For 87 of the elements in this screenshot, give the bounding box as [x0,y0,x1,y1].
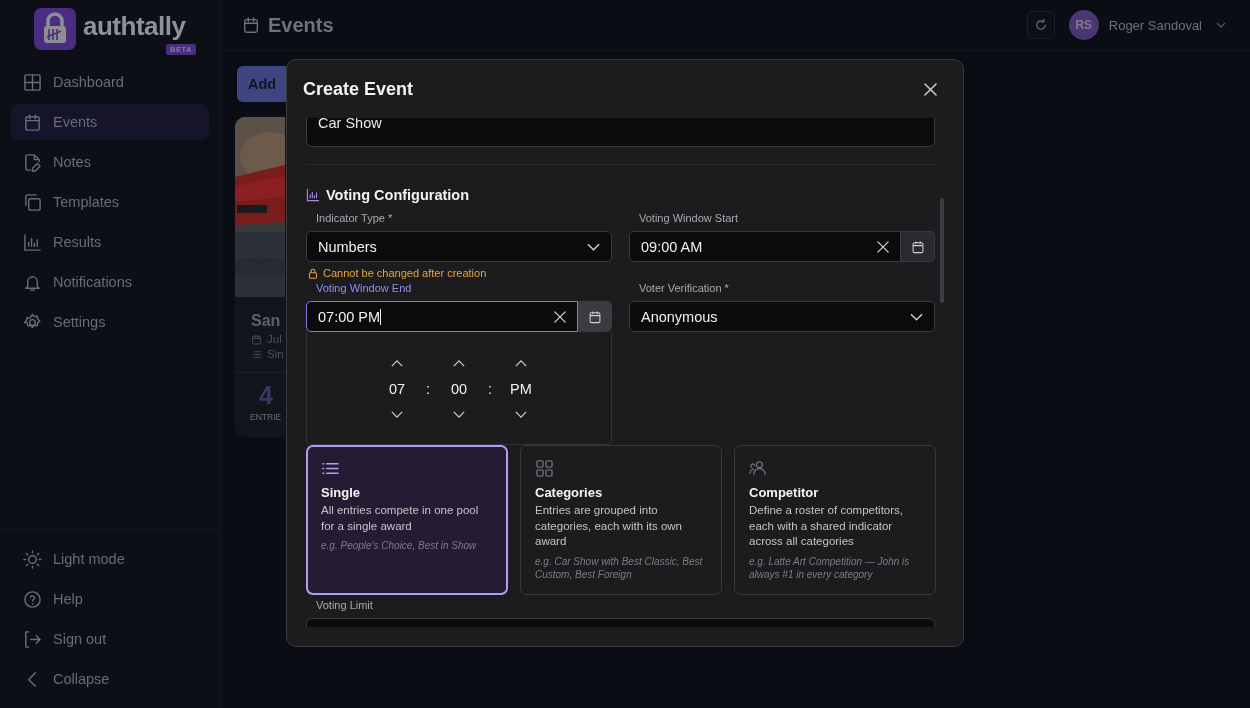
note-icon [23,152,42,172]
time-separator: : [426,380,430,397]
sign-out-icon [23,629,42,649]
event-title: San [251,312,282,330]
event-date: Jul [267,333,282,345]
chevron-down-icon [587,242,600,251]
minute-value[interactable]: 00 [450,380,468,397]
sidebar-item[interactable]: Collapse [11,661,209,697]
chevron-down-icon[interactable] [453,410,465,418]
hour-value[interactable]: 07 [389,380,406,397]
sidebar-item[interactable]: Sign out [11,621,209,657]
help-icon [23,589,42,609]
chevron-up-icon[interactable] [391,359,404,367]
time-input[interactable]: 07:00 PM [306,301,578,332]
option-example: e.g. Car Show with Best Classic, Best Custom, Best Foreign [535,554,704,581]
event-card[interactable]: San Jul Sin 4 ENTRIE [235,117,286,437]
close-button[interactable] [924,82,937,96]
caret-icon[interactable] [1216,22,1226,28]
lock-icon [308,267,318,279]
option-description: Entries are grouped into categories, each with its own award [535,503,684,549]
user-name[interactable]: Roger Sandoval [1108,17,1202,33]
voter-verification-select[interactable]: Anonymous [629,301,935,332]
calendar-button[interactable] [901,231,935,262]
add-event-button[interactable]: Add [237,66,286,102]
sidebar-item[interactable]: Templates [11,184,209,220]
refresh-icon [1033,18,1048,32]
voting-type-option[interactable]: Categories Entries are grouped into categories, each with its own award e.g. Car Show with Best Classic, Best Custom, Best Foreign [520,445,722,595]
sidebar-item[interactable]: Notes [11,144,209,180]
people-icon [749,459,768,478]
chevron-up-icon[interactable] [453,359,465,367]
sun-icon [23,549,42,569]
copy-icon [23,192,42,212]
page-title: Events [268,13,334,37]
clear-icon[interactable] [877,240,889,253]
list-icon [251,348,262,360]
entry-count: 4 [259,383,274,408]
sidebar-item[interactable]: Results [11,224,209,260]
calendar-icon [242,16,260,34]
option-title: Competitor [749,485,820,500]
option-example: e.g. Latte Art Competition — John is always #1 in every category [749,554,911,581]
dialog-title: Create Event [303,78,414,100]
refresh-button[interactable] [1026,11,1055,39]
option-description: All entries compete in one pool for a single award [321,503,480,534]
calendar-button[interactable] [578,301,612,332]
field-label: Indicator Type * [315,211,394,225]
clear-icon[interactable] [554,310,566,323]
sidebar-item[interactable]: Help [11,581,209,617]
chevron-down-icon[interactable] [391,410,404,418]
grid-icon [535,459,554,478]
sidebar-item[interactable]: Notifications [11,264,209,300]
sidebar-item[interactable]: Events [11,104,209,140]
lock-logo-icon [34,8,76,50]
chevron-down-icon[interactable] [514,410,527,418]
option-title: Categories [535,485,604,500]
option-description: Define a roster of competitors, each with a shared indicator across all categories [749,503,905,549]
calendar-icon [251,333,262,345]
scrollbar[interactable] [940,198,944,303]
sidebar-item[interactable]: Light mode [11,541,209,577]
field-label: Voting Window Start [638,211,740,225]
calendar-icon [23,112,42,132]
calendar-icon [910,239,925,254]
voting-type-option[interactable]: Single All entries compete in one pool for a single award e.g. People's Choice, Best in Show [306,445,508,595]
calendar-icon [587,309,602,324]
chart-icon [23,232,42,252]
grid-icon [23,72,42,92]
app-name: authtally [83,11,186,42]
chevron-up-icon[interactable] [514,359,527,367]
sidebar-item[interactable]: Dashboard [11,64,209,100]
indicator-type-select[interactable]: Numbers [306,231,612,262]
field-label: Voting Window End [315,281,413,295]
user-avatar[interactable]: RS [1068,10,1099,40]
warning-note: Cannot be changed after creation [323,267,487,279]
event-type: Sin [267,348,284,360]
time-separator: : [488,380,492,397]
option-title: Single [321,485,361,500]
option-example: e.g. People's Choice, Best in Show [321,539,478,552]
time-input[interactable]: 09:00 AM [629,231,901,262]
entry-count-label: ENTRIE [250,412,283,422]
sidebar-item[interactable]: Settings [11,304,209,340]
field-label: Voting Limit [315,598,374,612]
section-title: Voting Configuration [326,187,470,203]
chevron-down-icon [910,312,923,321]
voting-type-option[interactable]: Competitor Define a roster of competitors, each with a shared indicator across all categories e.g. Latte Art Competition — John is always #1 in every category [734,445,936,595]
chart-icon [306,188,320,202]
field-label: Voter Verification * [638,281,730,295]
input-field[interactable]: Car Show [306,118,935,147]
period-value[interactable]: PM [510,380,532,397]
